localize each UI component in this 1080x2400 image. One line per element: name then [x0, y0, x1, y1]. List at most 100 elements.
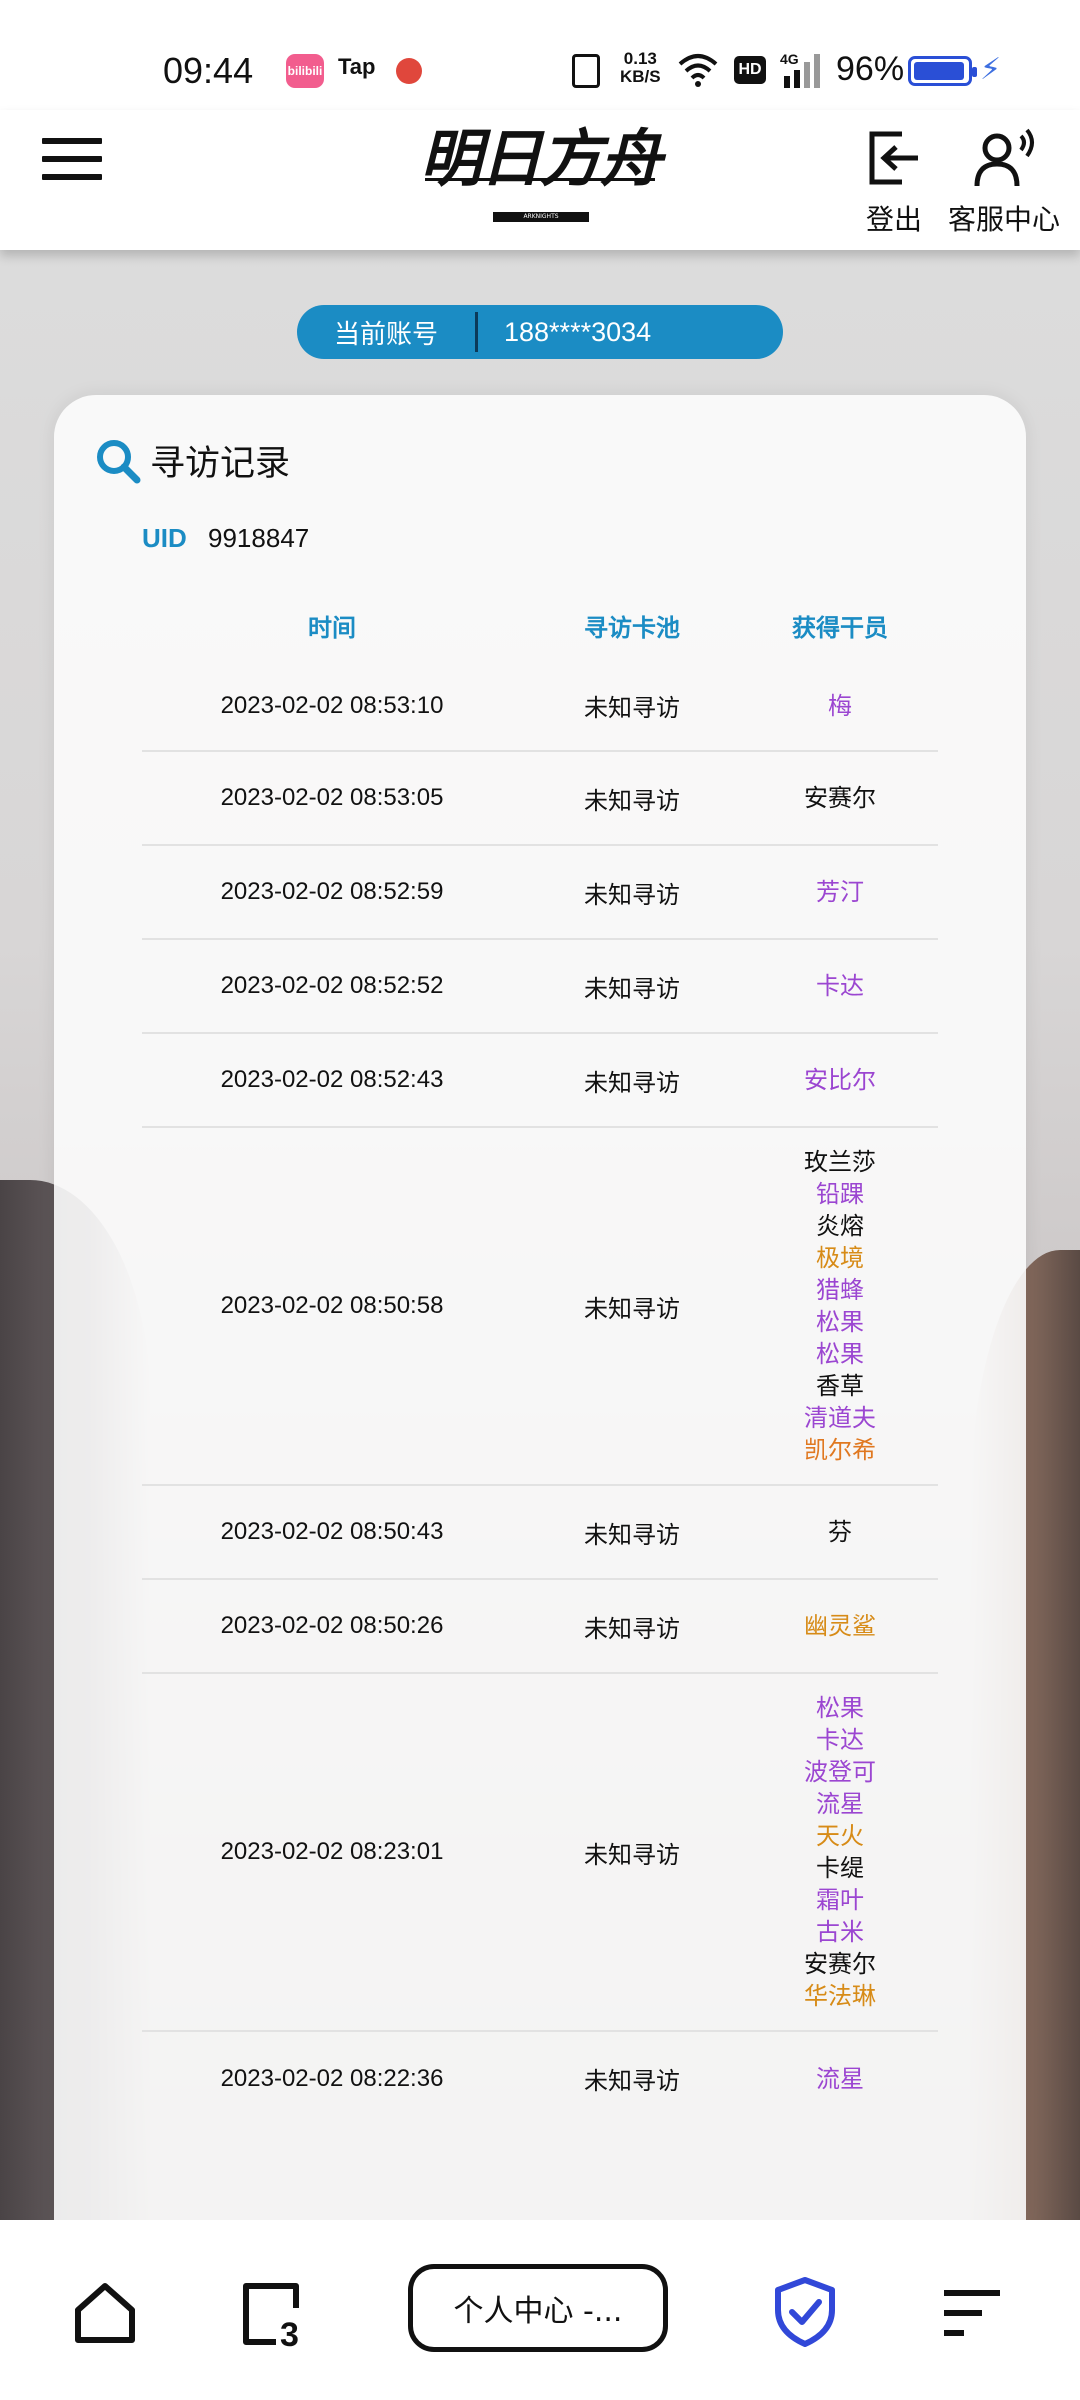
- record-pool: 未知寻访: [522, 939, 742, 1034]
- record-pool: 未知寻访: [522, 1579, 742, 1674]
- location-pin-icon: [396, 58, 422, 84]
- record-operators: 卡达: [742, 939, 938, 1034]
- record-time: 2023-02-02 08:53:05: [142, 751, 522, 846]
- table-row: 2023-02-02 08:23:01 未知寻访 松果 卡达 波登可 流星 天火 卡缇 霜叶 古米…: [142, 1673, 938, 2032]
- record-operators: 松果卡达波登可流星天火卡缇霜叶古米安赛尔华法琳: [742, 1673, 938, 2032]
- network-type: 4G: [780, 51, 799, 67]
- shield-check-icon[interactable]: [772, 2276, 838, 2348]
- operator-name: 清道夫: [804, 1404, 876, 1432]
- operator-name: 流星: [816, 1790, 864, 1818]
- operator-name: 凯尔希: [804, 1436, 876, 1464]
- record-time: 2023-02-02 08:52:52: [142, 939, 522, 1034]
- operator-name: 天火: [816, 1822, 864, 1850]
- browser-bottom-nav: 3 个人中心 -...: [0, 2220, 1080, 2400]
- uid-label: UID: [142, 523, 187, 553]
- record-time: 2023-02-02 08:23:01: [142, 1673, 522, 2032]
- table-row: 2023-02-02 08:53:05 未知寻访 安赛尔: [142, 751, 938, 846]
- logo-subtitle: ARKNIGHTS: [493, 212, 589, 222]
- logo-underline: [425, 178, 655, 181]
- table-row: 2023-02-02 08:52:43 未知寻访 安比尔: [142, 1033, 938, 1128]
- bilibili-icon: bilibili: [286, 54, 324, 88]
- table-row: 2023-02-02 08:52:52 未知寻访 卡达: [142, 939, 938, 1034]
- record-pool: 未知寻访: [522, 661, 742, 752]
- battery-icon: [908, 56, 977, 86]
- table-row: 2023-02-02 08:50:26 未知寻访 幽灵鲨: [142, 1579, 938, 1674]
- customer-service-icon: [974, 128, 1034, 187]
- page-title-label: 个人中心 -...: [453, 2294, 623, 2329]
- net-speed-unit: KB/S: [620, 67, 661, 86]
- account-label: 当前账号: [333, 319, 438, 350]
- record-operators: 安比尔: [742, 1033, 938, 1128]
- card-title-text: 寻访记录: [150, 444, 291, 484]
- column-header-pool: 寻访卡池: [584, 613, 680, 642]
- hamburger-icon: [42, 138, 102, 144]
- record-time: 2023-02-02 08:52:59: [142, 845, 522, 940]
- column-header-time: 时间: [308, 613, 356, 642]
- battery-percent: 96%: [836, 50, 905, 88]
- record-pool: 未知寻访: [522, 1033, 742, 1128]
- operator-name: 卡达: [816, 1726, 864, 1754]
- record-pool: 未知寻访: [522, 751, 742, 846]
- uid-row: UID 9918847: [142, 523, 309, 554]
- record-time: 2023-02-02 08:52:43: [142, 1033, 522, 1128]
- customer-service-label: 客服中心: [947, 203, 1060, 236]
- operator-name: 猎蜂: [816, 1276, 864, 1304]
- logo-text: 明日方舟: [420, 122, 662, 195]
- table-row: 2023-02-02 08:22:36 未知寻访 流星: [142, 2031, 938, 2125]
- operator-name: 波登可: [804, 1758, 876, 1786]
- customer-service-button[interactable]: 客服中心: [944, 128, 1064, 238]
- page-title-button[interactable]: 个人中心 -...: [408, 2264, 668, 2352]
- operator-name: 松果: [816, 1694, 864, 1722]
- table-header: 时间 寻访卡池 获得干员: [142, 589, 938, 661]
- menu-lines-icon[interactable]: [942, 2286, 1002, 2340]
- operator-name: 幽灵鲨: [804, 1612, 876, 1640]
- record-pool: 未知寻访: [522, 1485, 742, 1580]
- record-time: 2023-02-02 08:50:58: [142, 1127, 522, 1486]
- record-pool: 未知寻访: [584, 2067, 680, 2095]
- card-title: 寻访记录: [94, 435, 290, 486]
- table-row: 2023-02-02 08:50:43 未知寻访 芬: [142, 1485, 938, 1580]
- operator-name: 华法琳: [804, 1982, 876, 2010]
- record-pool: 未知寻访: [522, 1673, 742, 2032]
- record-operators: 安赛尔: [742, 751, 938, 846]
- logout-button[interactable]: 登出: [862, 128, 926, 238]
- operator-name: 松果: [816, 1340, 864, 1368]
- tabs-button[interactable]: 3: [240, 2280, 310, 2350]
- operator-name: 极境: [816, 1244, 864, 1272]
- record-pool: 未知寻访: [522, 845, 742, 940]
- app-header: 明日方舟 ARKNIGHTS 登出 客服中心: [0, 110, 1080, 250]
- operator-name: 梅: [828, 691, 852, 720]
- uid-value: 9918847: [208, 523, 310, 553]
- operator-name: 霜叶: [816, 1886, 864, 1914]
- records-body: 2023-02-02 08:53:10 未知寻访梅 2023-02-02 08:53…: [142, 661, 938, 2125]
- operator-name: 古米: [816, 1918, 864, 1946]
- record-operators: 芳汀: [742, 845, 938, 940]
- account-value: 188****3034: [504, 316, 652, 347]
- operator-name: 流星: [816, 2064, 864, 2093]
- operator-name: 安赛尔: [804, 784, 876, 812]
- menu-button[interactable]: [42, 138, 102, 184]
- operator-name: 安赛尔: [804, 1950, 876, 1978]
- table-row: 2023-02-02 08:53:10 未知寻访 梅: [142, 661, 938, 752]
- record-time: 2023-02-02 08:53:10: [142, 661, 522, 752]
- record-operators: 梅: [742, 661, 938, 752]
- hd-badge: HD: [734, 56, 766, 84]
- record-time: 2023-02-02 08:50:43: [142, 1485, 522, 1580]
- wifi-icon: [678, 54, 718, 87]
- signal-icon: 4G: [780, 51, 820, 88]
- record-operators: 芬: [742, 1485, 938, 1580]
- arknights-logo[interactable]: 明日方舟 ARKNIGHTS: [420, 116, 662, 228]
- operator-name: 玫兰莎: [804, 1148, 876, 1176]
- operator-name: 卡缇: [816, 1854, 864, 1882]
- records-table: 时间 寻访卡池 获得干员 2023-02-02 08:53:10 未知寻访梅 202…: [142, 589, 938, 2125]
- column-header-operator: 获得干员: [792, 613, 888, 642]
- net-speed-value: 0.13: [623, 49, 657, 68]
- operator-name: 卡达: [816, 972, 864, 1000]
- record-operators: 流星: [742, 2031, 938, 2125]
- home-icon[interactable]: [72, 2280, 138, 2346]
- status-bar: 09:44 bilibili Tap 0.13 KB/S HD 4G 96% ⚡: [0, 0, 1080, 110]
- search-icon: [97, 439, 141, 483]
- record-pool: 未知寻访: [522, 1127, 742, 1486]
- record-operators: 玫兰莎 铅踝 炎熔 极境 猎蜂 松果 松果 香草 清道夫 凯尔希: [742, 1127, 938, 1486]
- table-row: 2023-02-02 08:50:58 未知寻访 玫兰莎 铅踝 炎熔 极境 猎蜂 松果 松果 香草…: [142, 1127, 938, 1486]
